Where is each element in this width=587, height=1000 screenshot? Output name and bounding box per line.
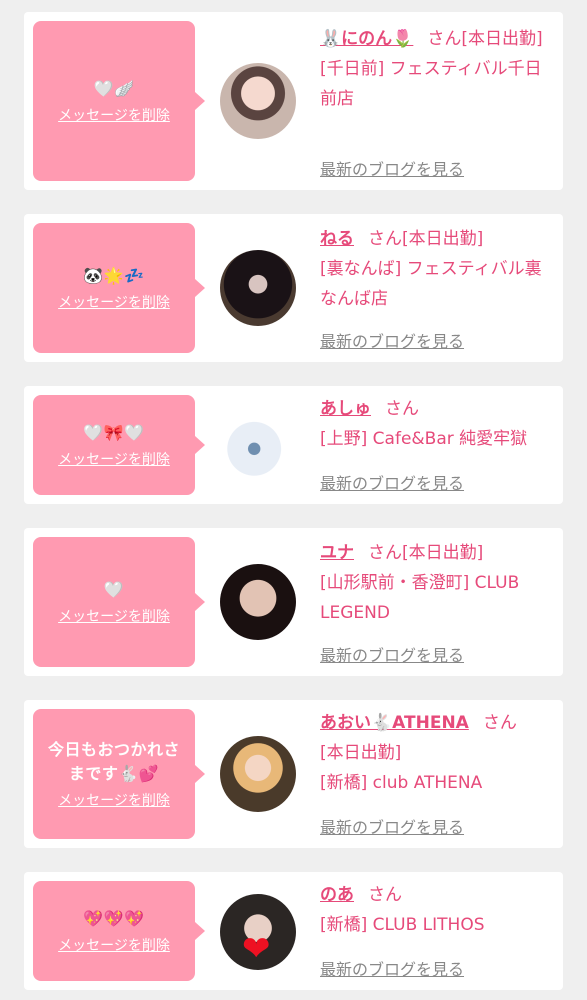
cast-name-link[interactable]: あおい🐇ATHENA: [320, 713, 469, 733]
favorite-card: 💖💖💖 メッセージを削除 ❤ のあ さん [新橋] CLUB LITHOS 最新の…: [24, 872, 563, 990]
favorite-card: 🐼🌟💤 メッセージを削除 ねる さん[本日出勤] [裏なんば] フェスティバル裏な…: [24, 214, 563, 362]
favorite-card: 今日もおつかれさまです🐇💕 メッセージを削除 あおい🐇ATHENA さん [本日出…: [24, 700, 563, 848]
message-bubble: 🤍 メッセージを削除: [33, 537, 205, 667]
avatar[interactable]: [220, 736, 296, 812]
avatar[interactable]: [220, 63, 296, 139]
status-text: [本日出勤]: [402, 229, 484, 249]
blog-link[interactable]: 最新のブログを見る: [320, 956, 464, 980]
shop-location: [新橋] club ATHENA: [320, 773, 483, 793]
cast-info: ねる さん[本日出勤] [裏なんば] フェスティバル裏なんば店: [320, 224, 556, 314]
honorific: さん: [482, 713, 517, 733]
cast-info: あおい🐇ATHENA さん [本日出勤] [新橋] club ATHENA: [320, 708, 556, 798]
shop-location: [山形駅前・香澄町] CLUB LEGEND: [320, 573, 520, 623]
heart-sticker-icon: ❤: [242, 929, 271, 969]
favorite-card: 🤍🎀🤍 メッセージを削除 あしゅ さん [上野] Cafe&Bar 純愛牢獄 最新…: [24, 386, 563, 504]
avatar[interactable]: [220, 407, 296, 483]
cast-info: 🐰にのん🌷 さん[本日出勤] [千日前] フェスティバル千日前店: [320, 24, 556, 114]
message-text: 今日もおつかれさまです🐇💕: [47, 740, 180, 783]
blog-link[interactable]: 最新のブログを見る: [320, 642, 464, 666]
blog-link[interactable]: 最新のブログを見る: [320, 156, 464, 180]
blog-link[interactable]: 最新のブログを見る: [320, 470, 464, 494]
delete-message-link[interactable]: メッセージを削除: [58, 107, 170, 125]
shop-location: [上野] Cafe&Bar 純愛牢獄: [320, 429, 528, 449]
blog-link[interactable]: 最新のブログを見る: [320, 814, 464, 838]
delete-message-link[interactable]: メッセージを削除: [58, 294, 170, 312]
avatar[interactable]: [220, 250, 296, 326]
status-text: [本日出勤]: [461, 29, 543, 49]
favorite-card: 🤍🪽 メッセージを削除 🐰にのん🌷 さん[本日出勤] [千日前] フェスティバル千…: [24, 12, 563, 190]
delete-message-link[interactable]: メッセージを削除: [58, 608, 170, 626]
honorific: さん: [368, 885, 402, 905]
message-text: 🤍🪽: [93, 79, 135, 98]
cast-name-link[interactable]: あしゅ: [320, 399, 371, 419]
shop-location: [千日前] フェスティバル千日前店: [320, 59, 542, 109]
message-bubble: 🤍🎀🤍 メッセージを削除: [33, 395, 205, 495]
message-bubble: 🐼🌟💤 メッセージを削除: [33, 223, 205, 353]
honorific: さん: [368, 229, 402, 249]
status-text: [本日出勤]: [320, 743, 402, 763]
message-bubble: 💖💖💖 メッセージを削除: [33, 881, 205, 981]
shop-location: [裏なんば] フェスティバル裏なんば店: [320, 259, 542, 309]
message-bubble: 今日もおつかれさまです🐇💕 メッセージを削除: [33, 709, 205, 839]
cast-info: あしゅ さん [上野] Cafe&Bar 純愛牢獄: [320, 394, 556, 454]
cast-info: のあ さん [新橋] CLUB LITHOS: [320, 880, 556, 940]
delete-message-link[interactable]: メッセージを削除: [58, 792, 170, 810]
cast-name-link[interactable]: ねる: [320, 229, 354, 249]
honorific: さん: [427, 29, 462, 49]
message-bubble: 🤍🪽 メッセージを削除: [33, 21, 205, 181]
blog-link[interactable]: 最新のブログを見る: [320, 328, 464, 352]
honorific: さん: [385, 399, 419, 419]
delete-message-link[interactable]: メッセージを削除: [58, 937, 170, 955]
message-text: 🤍: [103, 580, 125, 599]
cast-name-link[interactable]: 🐰にのん🌷: [320, 29, 413, 49]
message-text: 🐼🌟💤: [83, 266, 145, 285]
shop-location: [新橋] CLUB LITHOS: [320, 915, 485, 935]
avatar[interactable]: [220, 564, 296, 640]
favorite-card: 🤍 メッセージを削除 ユナ さん[本日出勤] [山形駅前・香澄町] CLUB LE…: [24, 528, 563, 676]
cast-name-link[interactable]: ユナ: [320, 543, 354, 563]
delete-message-link[interactable]: メッセージを削除: [58, 451, 170, 469]
status-text: [本日出勤]: [402, 543, 484, 563]
avatar[interactable]: ❤: [220, 894, 296, 970]
cast-info: ユナ さん[本日出勤] [山形駅前・香澄町] CLUB LEGEND: [320, 538, 556, 628]
cast-name-link[interactable]: のあ: [320, 885, 354, 905]
message-text: 💖💖💖: [83, 909, 145, 928]
message-text: 🤍🎀🤍: [83, 423, 145, 442]
honorific: さん: [368, 543, 402, 563]
